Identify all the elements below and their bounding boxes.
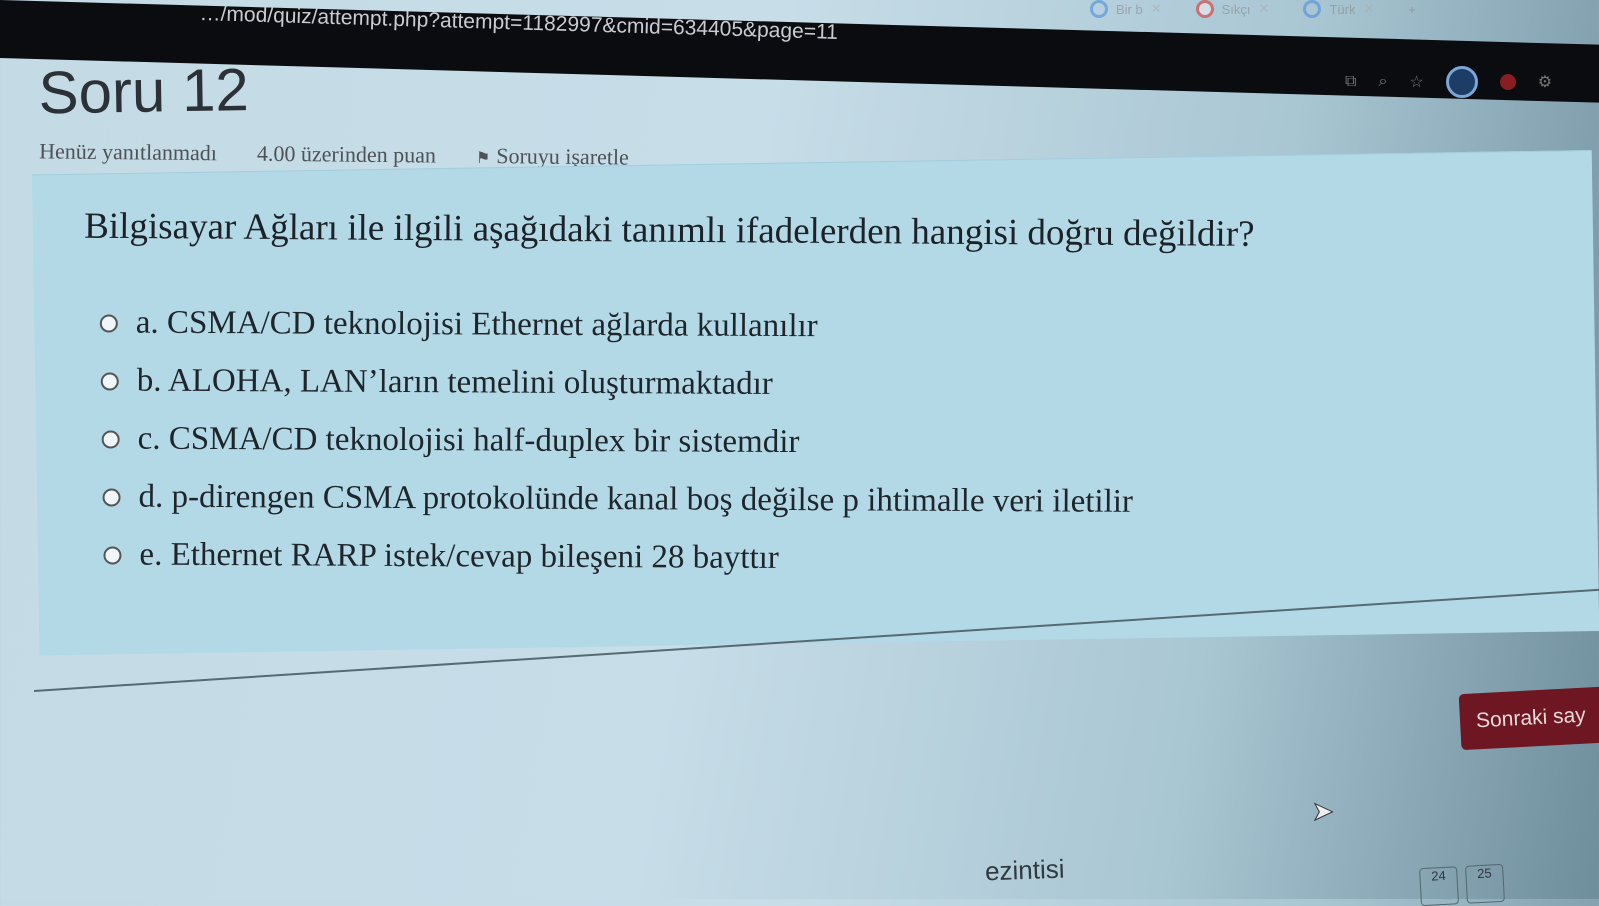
google-icon [1303, 0, 1322, 18]
browser-tab[interactable]: Sıkçı ✕ [1195, 0, 1270, 18]
answer-option-c[interactable]: c. CSMA/CD teknolojisi half-duplex bir s… [101, 420, 800, 461]
question-points: 4.00 üzerinden puan [256, 140, 437, 168]
question-text: Bilgisayar Ağları ile ilgili aşağıdaki t… [84, 205, 1255, 255]
mouse-cursor-icon: ➤ [1312, 797, 1335, 828]
radio-button[interactable] [99, 313, 118, 333]
answer-option-e[interactable]: e. Ethernet RARP istek/cevap bileşeni 28… [103, 536, 779, 577]
answer-label: d. p-direngen CSMA protokolünde kanal bo… [138, 478, 1134, 520]
browser-tab[interactable]: Türk ✕ [1303, 0, 1374, 18]
quiz-navigation-pages: 24 25 [1419, 863, 1505, 906]
question-number: Soru 12 [38, 56, 250, 127]
answer-label: a. CSMA/CD teknolojisi Ethernet ağlarda … [135, 304, 818, 345]
tab-label: Türk [1329, 1, 1356, 17]
browser-tabs: Bir b ✕ Sıkçı ✕ Türk ✕ + [1090, 0, 1416, 18]
quiz-navigation-title: ezintisi [984, 853, 1065, 887]
google-icon [1090, 0, 1108, 18]
radio-button[interactable] [102, 487, 121, 507]
plus-icon: + [1408, 1, 1416, 17]
answer-option-a[interactable]: a. CSMA/CD teknolojisi Ethernet ağlarda … [99, 304, 818, 345]
question-box: Bilgisayar Ağları ile ilgili aşağıdaki t… [31, 150, 1599, 656]
opera-icon [1195, 0, 1214, 18]
next-page-button[interactable]: Sonraki say [1458, 685, 1599, 751]
close-icon[interactable]: ✕ [1259, 1, 1270, 17]
page-button[interactable]: 25 [1465, 863, 1505, 904]
quiz-content: Soru 12 Henüz yanıtlanmadı 4.00 üzerinde… [0, 30, 1599, 899]
answer-option-b[interactable]: b. ALOHA, LAN’ların temelini oluşturmakt… [100, 362, 773, 403]
flag-icon: ⚑ [475, 147, 491, 168]
answer-label: b. ALOHA, LAN’ların temelini oluşturmakt… [136, 362, 773, 402]
tab-label: Bir b [1116, 1, 1143, 17]
answer-option-d[interactable]: d. p-direngen CSMA protokolünde kanal bo… [102, 478, 1133, 520]
radio-button[interactable] [101, 429, 120, 449]
close-icon[interactable]: ✕ [1363, 1, 1374, 17]
radio-button[interactable] [100, 371, 119, 391]
answer-label: e. Ethernet RARP istek/cevap bileşeni 28… [139, 536, 779, 576]
radio-button[interactable] [103, 545, 122, 565]
tab-label: Sıkçı [1221, 1, 1251, 17]
close-icon[interactable]: ✕ [1151, 1, 1162, 17]
browser-tab[interactable]: Bir b ✕ [1090, 0, 1162, 18]
question-status: Henüz yanıtlanmadı [39, 138, 218, 166]
new-tab-button[interactable]: + [1408, 0, 1416, 18]
page-button[interactable]: 24 [1419, 866, 1459, 906]
answer-label: c. CSMA/CD teknolojisi half-duplex bir s… [137, 420, 800, 461]
